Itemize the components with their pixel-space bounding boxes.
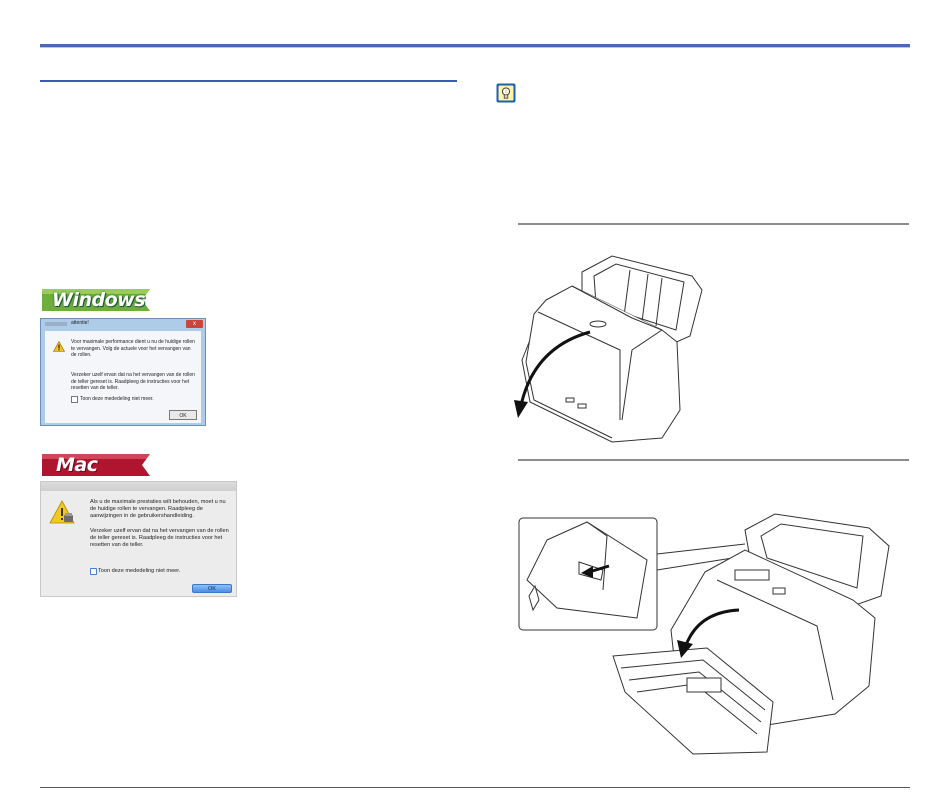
dialog-title: attentie! bbox=[71, 320, 89, 326]
dont-show-label: Toon deze mededeling niet meer. bbox=[80, 396, 154, 402]
app-name-blur bbox=[45, 322, 67, 326]
footer-rule bbox=[40, 787, 910, 788]
step-rule-1 bbox=[518, 223, 909, 225]
section-title-rule bbox=[40, 80, 457, 82]
header-rule-shadow bbox=[40, 47, 910, 48]
mac-replace-rollers-dialog: Als u de maximale prestaties wilt behoud… bbox=[40, 481, 237, 597]
dialog-message-1: Voor maximale performance dient u nu de … bbox=[71, 339, 195, 358]
dialog-message-1: Als u de maximale prestaties wilt behoud… bbox=[90, 499, 226, 519]
dont-show-checkbox[interactable] bbox=[71, 396, 78, 403]
warning-icon bbox=[53, 341, 65, 352]
dialog-titlebar: attentie! x bbox=[41, 319, 205, 330]
windows-replace-rollers-dialog: attentie! x Voor maximale performance di… bbox=[40, 318, 206, 426]
dialog-titlebar bbox=[41, 482, 236, 491]
ok-button[interactable]: OK bbox=[169, 410, 197, 420]
windows-label: Windows bbox=[42, 289, 150, 311]
step-rule-2 bbox=[518, 459, 909, 461]
lightbulb-icon bbox=[496, 83, 516, 103]
dialog-message-2: Verzeker uzelf ervan dat na het vervange… bbox=[71, 372, 195, 391]
dont-show-checkbox[interactable] bbox=[90, 568, 97, 575]
scanner-feed-tray-illustration bbox=[518, 513, 890, 755]
dialog-body: Voor maximale performance dient u nu de … bbox=[45, 331, 201, 423]
dont-show-label: Toon deze mededeling niet meer. bbox=[98, 568, 181, 574]
scanner-open-front-illustration bbox=[514, 255, 703, 443]
ok-button[interactable]: OK bbox=[192, 584, 232, 593]
mac-label: Mac bbox=[42, 454, 150, 476]
dialog-message-2: Verzeker uzelf ervan dat na het vervange… bbox=[90, 528, 229, 548]
windows-label-text: Windows bbox=[52, 289, 146, 311]
mac-label-text: Mac bbox=[56, 454, 98, 476]
close-button[interactable]: x bbox=[186, 320, 203, 328]
warning-icon bbox=[49, 500, 75, 524]
